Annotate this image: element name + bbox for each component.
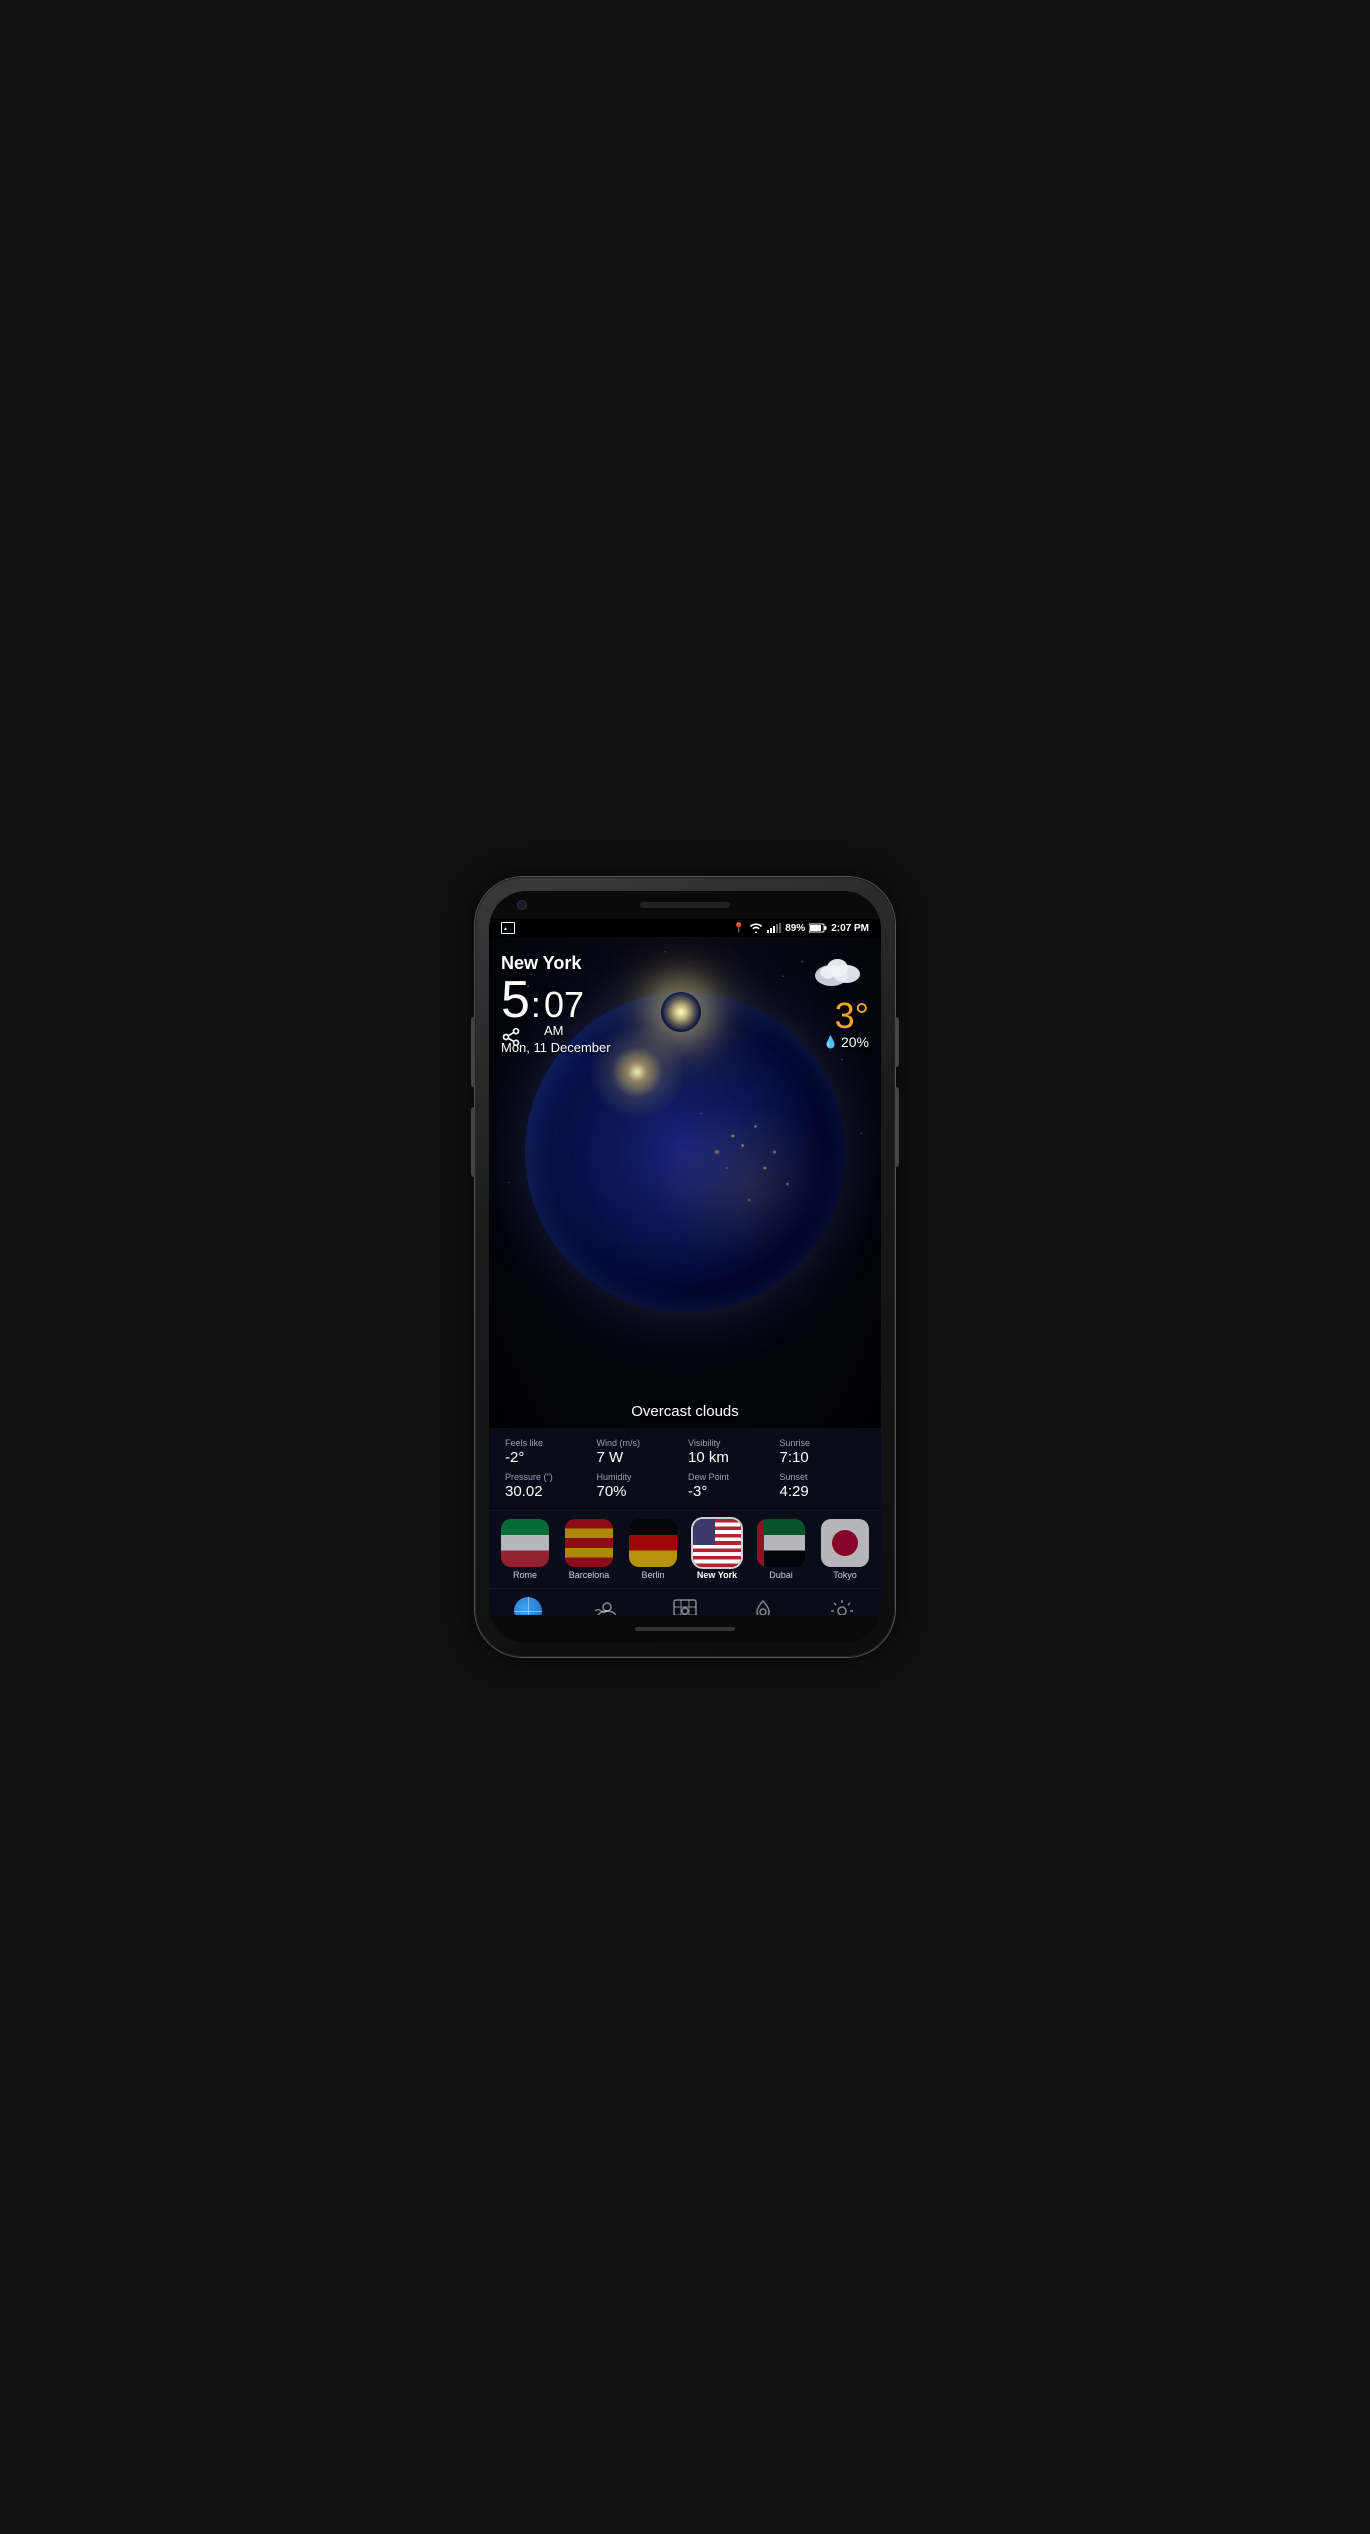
clock: 2:07 PM — [831, 923, 869, 934]
humidity-stat: Humidity 70% — [597, 1472, 683, 1500]
flag-dubai — [757, 1519, 805, 1567]
temperature-value: 3° — [835, 998, 869, 1034]
visibility-label: Visibility — [688, 1438, 774, 1448]
cloud-icon-wrapper — [809, 953, 869, 994]
status-bar-left — [501, 922, 515, 934]
pressure-label: Pressure (") — [505, 1472, 591, 1482]
speaker-grille — [640, 902, 730, 908]
city-label-berlin: Berlin — [641, 1570, 664, 1580]
phone-screen: 📍 89% — [489, 891, 881, 1643]
time-colon: : — [531, 984, 541, 1026]
main-weather-area[interactable]: New York 5 : 07 AM Mon, 11 December — [489, 937, 881, 1428]
city-item-berlin[interactable]: Berlin — [629, 1519, 677, 1580]
volume-up-button[interactable] — [471, 1017, 475, 1087]
battery-percentage: 89% — [785, 923, 805, 934]
sunset-stat: Sunset 4:29 — [780, 1472, 866, 1500]
dew-point-label: Dew Point — [688, 1472, 774, 1482]
sunrise-stat: Sunrise 7:10 — [780, 1438, 866, 1466]
pressure-stat: Pressure (") 30.02 — [505, 1472, 591, 1500]
feels-like-stat: Feels like -2° — [505, 1438, 591, 1466]
navigation-indicator — [635, 1627, 735, 1631]
humidity-label: Humidity — [597, 1472, 683, 1482]
volume-down-button[interactable] — [471, 1107, 475, 1177]
time-minutes: 07 — [544, 987, 584, 1023]
flag-newyork — [693, 1519, 741, 1567]
feels-like-label: Feels like — [505, 1438, 591, 1448]
city-label-newyork: New York — [697, 1570, 737, 1580]
city-item-tokyo[interactable]: Tokyo — [821, 1519, 869, 1580]
wifi-icon — [749, 923, 763, 933]
wind-value: 7 W — [597, 1449, 683, 1466]
stats-panel: Feels like -2° Wind (m/s) 7 W Visibility… — [489, 1428, 881, 1510]
sunset-value: 4:29 — [780, 1483, 866, 1500]
flag-tokyo-circle — [832, 1530, 858, 1556]
city-label-rome: Rome — [513, 1570, 537, 1580]
status-bar-right: 📍 89% — [733, 923, 869, 934]
pressure-value: 30.02 — [505, 1483, 591, 1500]
flag-tokyo — [821, 1519, 869, 1567]
sunset-label: Sunset — [780, 1472, 866, 1482]
flag-berlin — [629, 1519, 677, 1567]
city-item-dubai[interactable]: Dubai — [757, 1519, 805, 1580]
sunrise-label: Sunrise — [780, 1438, 866, 1448]
status-bar: 📍 89% — [489, 919, 881, 937]
flag-barcelona — [565, 1519, 613, 1567]
city-item-newyork[interactable]: New York — [693, 1519, 741, 1580]
signal-icon — [767, 923, 781, 933]
rain-drop-icon: 💧 — [823, 1035, 838, 1049]
precipitation-percent: 20% — [841, 1034, 869, 1050]
dew-point-stat: Dew Point -3° — [688, 1472, 774, 1500]
city-item-barcelona[interactable]: Barcelona — [565, 1519, 613, 1580]
city-selector: Rome Barcelona Berlin New York — [489, 1510, 881, 1588]
time-min-ampm: 07 AM — [544, 987, 584, 1038]
temperature-display: 3° 💧 20% — [809, 953, 869, 1050]
wind-stat: Wind (m/s) 7 W — [597, 1438, 683, 1466]
visibility-value: 10 km — [688, 1449, 774, 1466]
weather-description: Overcast clouds — [489, 1403, 881, 1420]
flag-newyork-canton — [693, 1519, 715, 1545]
time-hour: 5 — [501, 974, 530, 1026]
city-item-rome[interactable]: Rome — [501, 1519, 549, 1580]
time-ampm: AM — [544, 1023, 564, 1038]
precipitation-row: 💧 20% — [823, 1034, 869, 1050]
location-icon: 📍 — [733, 923, 745, 934]
front-camera — [517, 900, 527, 910]
battery-icon — [809, 923, 827, 933]
phone-bottom-bezel — [489, 1615, 881, 1643]
cloud-icon — [809, 953, 869, 989]
dew-point-value: -3° — [688, 1483, 774, 1500]
city-name: New York — [501, 953, 581, 973]
wind-label: Wind (m/s) — [597, 1438, 683, 1448]
sunrise-value: 7:10 — [780, 1449, 866, 1466]
flag-rome — [501, 1519, 549, 1567]
feels-like-value: -2° — [505, 1449, 591, 1466]
city-label-barcelona: Barcelona — [569, 1570, 610, 1580]
screen-content: 📍 89% — [489, 919, 881, 1643]
phone-frame: 📍 89% — [475, 877, 895, 1657]
phone-top-bezel — [489, 891, 881, 919]
humidity-value: 70% — [597, 1483, 683, 1500]
city-label-dubai: Dubai — [769, 1570, 793, 1580]
city-label-tokyo: Tokyo — [833, 1570, 857, 1580]
notification-icon — [501, 922, 515, 934]
visibility-stat: Visibility 10 km — [688, 1438, 774, 1466]
